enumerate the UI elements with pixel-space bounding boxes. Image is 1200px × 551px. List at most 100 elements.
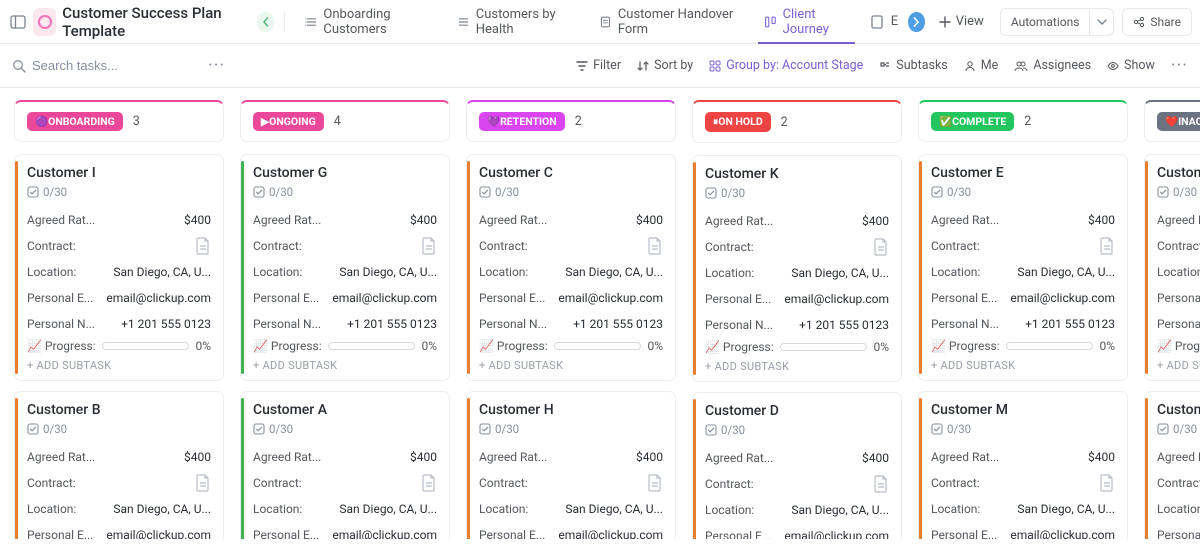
field-row: Personal N...+1 201 555 0123 <box>931 311 1115 337</box>
column-header[interactable]: 💜RETENTION 2 <box>466 100 676 142</box>
field-value: +1 201 555 0123 <box>573 317 663 331</box>
space-avatar[interactable] <box>33 8 56 36</box>
field-label: Location: <box>1157 265 1200 279</box>
stage-pill: ⏸ON HOLD <box>705 112 771 132</box>
tab-label: Client Journey <box>783 7 849 37</box>
share-button[interactable]: Share <box>1122 8 1192 36</box>
sidebar-toggle-button[interactable] <box>8 10 27 34</box>
field-label: Contract: <box>253 476 302 490</box>
card-title[interactable]: Custome <box>1157 165 1200 181</box>
customer-card[interactable]: Custome 0/30 Agreed Rat...$400 Contract:… <box>1144 154 1200 381</box>
group-icon <box>709 60 721 72</box>
field-label: Location: <box>931 502 980 516</box>
filter-button[interactable]: Filter <box>576 58 621 73</box>
field-label: Personal E... <box>253 291 319 305</box>
column-body: Custome 0/30 Agreed Rat...$400 Contract:… <box>1144 154 1200 539</box>
column-body: Customer K 0/30 Agreed Rat...$400 Contra… <box>692 155 902 539</box>
field-row: Location: San Diego, CA, U... <box>931 496 1115 522</box>
field-row: Agreed Rat...$400 <box>479 207 663 233</box>
column-header[interactable]: ✅COMPLETE 2 <box>918 100 1128 142</box>
search-more-button[interactable]: ··· <box>208 55 225 76</box>
assignees-button[interactable]: Assignees <box>1014 58 1091 73</box>
field-value: $400 <box>1088 450 1115 464</box>
customer-card[interactable]: Custome 0/30 Agreed Rat...$400 Contract:… <box>1144 391 1200 539</box>
customer-card[interactable]: Customer H 0/30 Agreed Rat...$400 Contra… <box>466 391 676 539</box>
field-label: Agreed Rat... <box>253 213 321 227</box>
field-label: Contract: <box>253 239 302 253</box>
back-button[interactable] <box>257 12 273 32</box>
field-row: Personal E...email@clickup.com <box>1157 522 1200 539</box>
tab-customers-by-health[interactable]: Customers by Health <box>447 0 583 44</box>
field-label: Agreed Rat... <box>931 213 999 227</box>
column-body: Customer G 0/30 Agreed Rat...$400 Contra… <box>240 154 450 539</box>
field-label: Agreed Rat... <box>705 214 773 228</box>
show-button[interactable]: Show <box>1107 58 1155 73</box>
field-label: Location: <box>479 265 528 279</box>
column-header[interactable]: ❤️INACTI <box>1144 100 1200 142</box>
automations-button[interactable]: Automations <box>1001 15 1090 29</box>
stage-count: 2 <box>575 114 582 129</box>
column-header[interactable]: ▶ONGOING 4 <box>240 100 450 142</box>
search-input[interactable] <box>32 58 172 73</box>
more-options-button[interactable]: ··· <box>1171 55 1188 76</box>
add-subtask-button[interactable]: + ADD SUBTASK <box>479 359 663 372</box>
field-label: Agreed Rat... <box>479 213 547 227</box>
add-subtask-button[interactable]: + ADD SUBTASK <box>1157 359 1200 372</box>
progress-label: 📈 Progress: <box>27 339 96 353</box>
field-label: Personal E... <box>479 291 545 305</box>
tab-client-journey[interactable]: Client Journey <box>754 0 859 44</box>
card-title[interactable]: Custome <box>1157 402 1200 418</box>
subtasks-button[interactable]: Subtasks <box>879 58 947 73</box>
customer-card[interactable]: Customer B 0/30 Agreed Rat...$400 Contra… <box>14 391 224 539</box>
customer-card[interactable]: Customer K 0/30 Agreed Rat...$400 Contra… <box>692 155 902 382</box>
automations-caret-button[interactable] <box>1089 8 1113 36</box>
tab-onboarding-customers[interactable]: Onboarding Customers <box>295 0 441 44</box>
card-title[interactable]: Customer G <box>253 165 437 181</box>
field-row: Agreed Rat...$400 <box>705 208 889 234</box>
field-label: Personal E... <box>253 528 319 539</box>
card-title[interactable]: Customer B <box>27 402 211 418</box>
customer-card[interactable]: Customer I 0/30 Agreed Rat...$400 Contra… <box>14 154 224 381</box>
field-label: Contract: <box>705 477 754 491</box>
field-value: +1 201 555 0123 <box>347 317 437 331</box>
add-view-button[interactable]: View <box>931 10 992 33</box>
customer-card[interactable]: Customer E 0/30 Agreed Rat...$400 Contra… <box>918 154 1128 381</box>
checklist-count: 0/30 <box>705 423 889 437</box>
checklist-icon <box>931 186 943 198</box>
card-title[interactable]: Customer K <box>705 166 889 182</box>
card-title[interactable]: Customer H <box>479 402 663 418</box>
document-icon <box>1099 474 1115 492</box>
column-header[interactable]: ⏸ON HOLD 2 <box>692 100 902 143</box>
card-title[interactable]: Customer E <box>931 165 1115 181</box>
customer-card[interactable]: Customer C 0/30 Agreed Rat...$400 Contra… <box>466 154 676 381</box>
add-subtask-button[interactable]: + ADD SUBTASK <box>705 360 889 373</box>
checklist-icon <box>253 423 265 435</box>
stage-pill: ❤️INACTI <box>1157 112 1200 131</box>
field-row: Contract: <box>931 470 1115 496</box>
stage-count: 2 <box>1024 114 1031 129</box>
customer-card[interactable]: Customer G 0/30 Agreed Rat...$400 Contra… <box>240 154 450 381</box>
card-title[interactable]: Customer I <box>27 165 211 181</box>
card-title[interactable]: Customer A <box>253 402 437 418</box>
add-subtask-button[interactable]: + ADD SUBTASK <box>253 359 437 372</box>
add-subtask-button[interactable]: + ADD SUBTASK <box>931 359 1115 372</box>
me-button[interactable]: Me <box>964 58 999 73</box>
groupby-button[interactable]: Group by: Account Stage <box>709 58 863 73</box>
customer-card[interactable]: Customer A 0/30 Agreed Rat...$400 Contra… <box>240 391 450 539</box>
tab-overflow[interactable]: E <box>865 0 902 44</box>
tab-customer-handover-form[interactable]: Customer Handover Form <box>589 0 748 44</box>
card-title[interactable]: Customer M <box>931 402 1115 418</box>
customer-card[interactable]: Customer M 0/30 Agreed Rat...$400 Contra… <box>918 391 1128 539</box>
field-value: San Diego, CA, U... <box>565 502 663 516</box>
card-title[interactable]: Customer D <box>705 403 889 419</box>
scroll-tabs-right-button[interactable] <box>908 12 925 32</box>
sort-button[interactable]: Sort by <box>637 58 693 73</box>
progress-value: 0% <box>195 339 211 353</box>
board[interactable]: 🟣ONBOARDING 3 Customer I 0/30 Agreed Rat… <box>0 88 1200 551</box>
card-title[interactable]: Customer C <box>479 165 663 181</box>
field-value: +1 201 555 0123 <box>121 317 211 331</box>
column-header[interactable]: 🟣ONBOARDING 3 <box>14 100 224 142</box>
add-subtask-button[interactable]: + ADD SUBTASK <box>27 359 211 372</box>
field-value: San Diego, CA, U... <box>1017 502 1115 516</box>
customer-card[interactable]: Customer D 0/30 Agreed Rat...$400 Contra… <box>692 392 902 539</box>
